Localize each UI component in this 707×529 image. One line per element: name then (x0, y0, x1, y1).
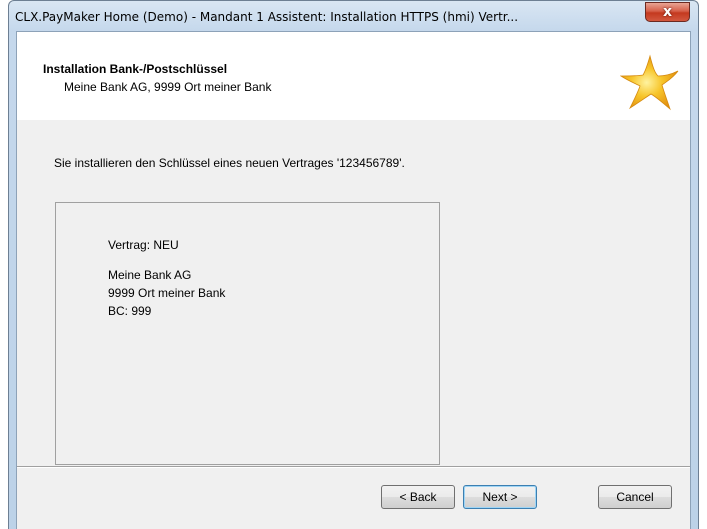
contract-status: Vertrag: NEU (108, 238, 179, 252)
bank-city: 9999 Ort meiner Bank (108, 286, 226, 300)
wizard-client-area: Installation Bank-/Postschlüssel Meine B… (16, 31, 691, 529)
bank-name: Meine Bank AG (108, 268, 192, 282)
footer-separator (17, 466, 690, 468)
header-title: Installation Bank-/Postschlüssel (43, 62, 228, 76)
header-subtitle: Meine Bank AG, 9999 Ort meiner Bank (64, 80, 272, 94)
window-title: CLX.PayMaker Home (Demo) - Mandant 1 Ass… (15, 10, 519, 24)
close-button[interactable]: x (645, 2, 690, 22)
back-button[interactable]: < Back (381, 485, 455, 509)
close-icon: x (662, 4, 673, 20)
cancel-button[interactable]: Cancel (598, 485, 672, 509)
wizard-window: CLX.PayMaker Home (Demo) - Mandant 1 Ass… (8, 0, 699, 529)
bank-code: BC: 999 (108, 304, 152, 318)
contract-info-box: Vertrag: NEU Meine Bank AG 9999 Ort mein… (55, 202, 440, 465)
header-divider (17, 119, 690, 120)
next-button[interactable]: Next > (463, 485, 537, 509)
intro-text: Sie installieren den Schlüssel eines neu… (54, 156, 405, 170)
star-icon (620, 54, 679, 111)
wizard-header: Installation Bank-/Postschlüssel Meine B… (17, 32, 690, 120)
title-bar[interactable]: CLX.PayMaker Home (Demo) - Mandant 1 Ass… (9, 1, 698, 31)
